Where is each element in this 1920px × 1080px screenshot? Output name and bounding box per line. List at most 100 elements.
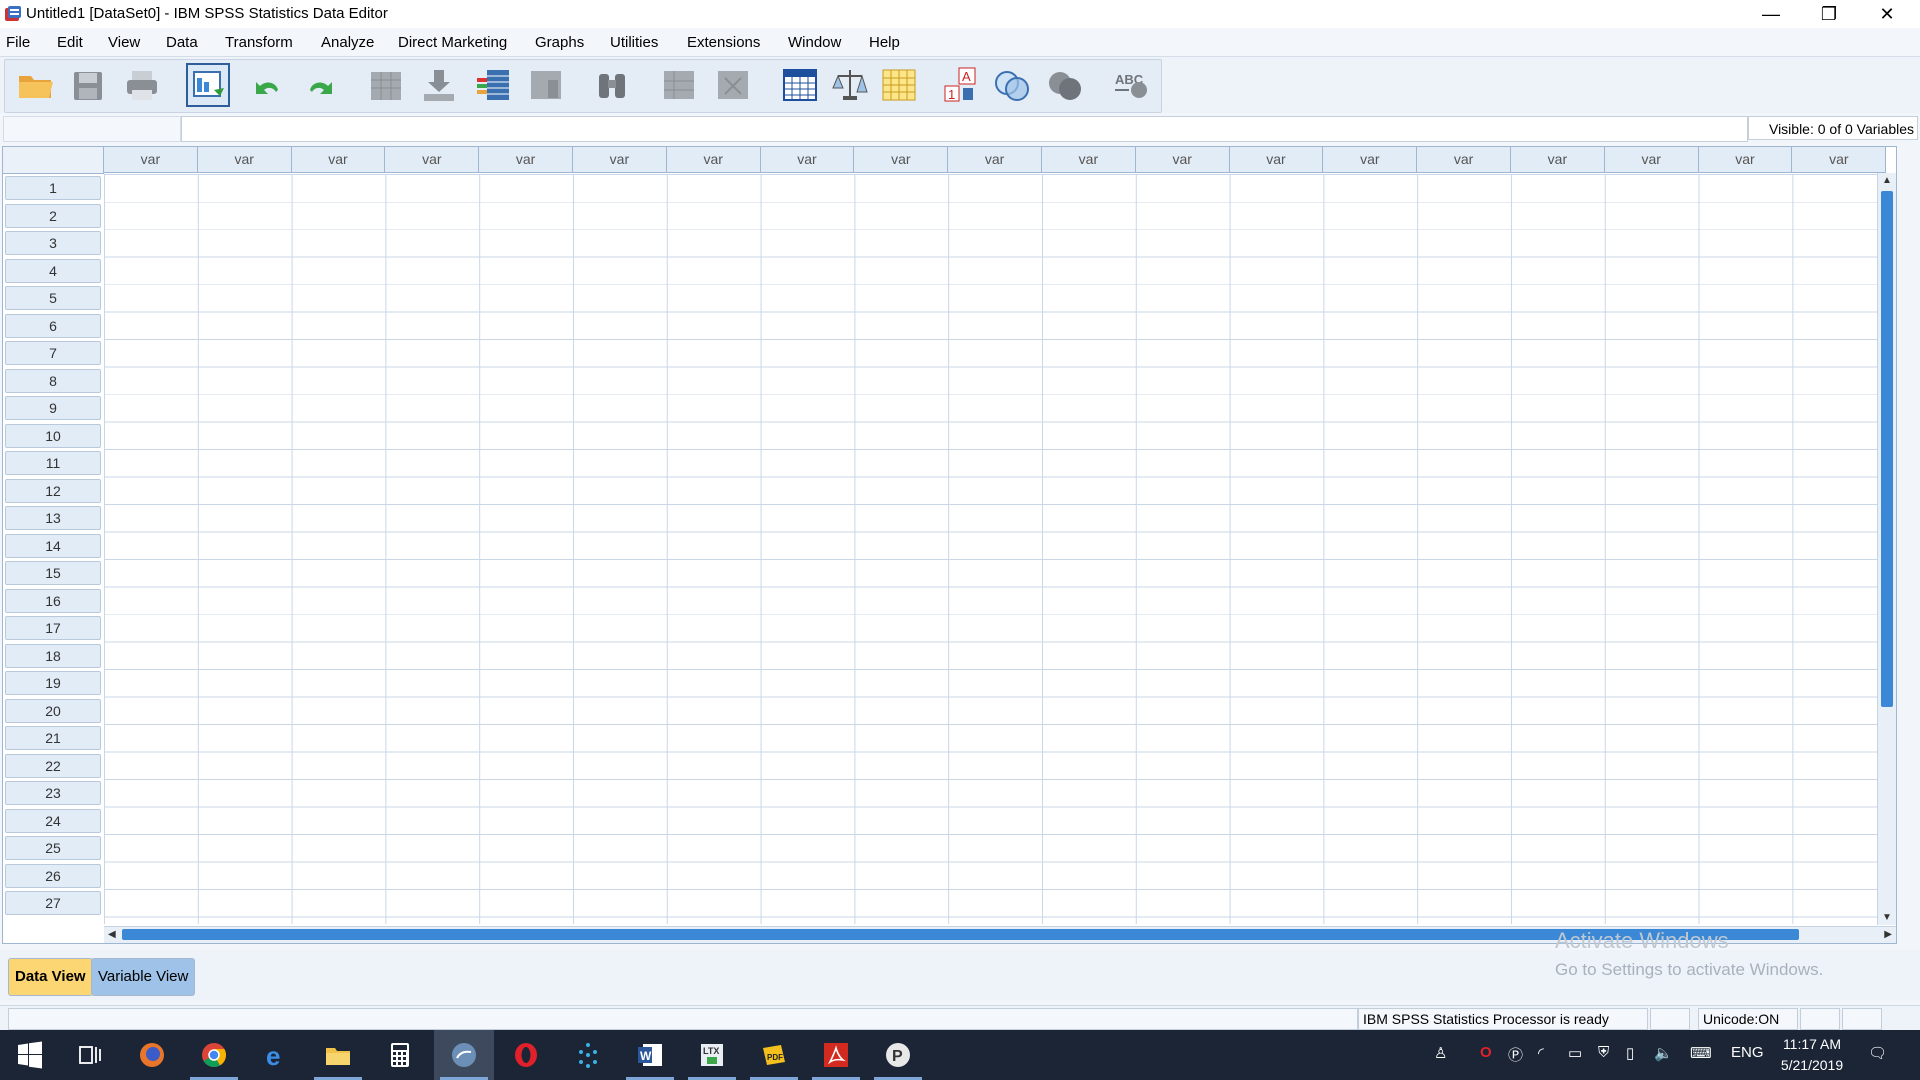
weight-cases-icon[interactable] — [829, 65, 871, 105]
windows-start-icon[interactable] — [0, 1030, 60, 1080]
row-header[interactable]: 22 — [5, 753, 101, 778]
opera-icon[interactable] — [496, 1030, 556, 1080]
spell-check-icon[interactable]: ABC — [1110, 65, 1152, 105]
row-header[interactable]: 2 — [5, 203, 101, 228]
row-header[interactable]: 4 — [5, 258, 101, 283]
goto-case-icon[interactable] — [365, 65, 407, 105]
battery-icon[interactable]: ▯ — [1626, 1044, 1634, 1062]
system-clock[interactable]: 11:17 AM 5/21/2019 — [1770, 1034, 1854, 1076]
spss-icon[interactable] — [434, 1030, 494, 1080]
minimize-button[interactable]: — — [1742, 0, 1800, 28]
column-header[interactable]: var — [1323, 147, 1418, 173]
row-header[interactable]: 3 — [5, 231, 101, 255]
firefox-icon[interactable] — [122, 1030, 182, 1080]
row-header[interactable]: 13 — [5, 506, 101, 530]
run-descriptive-icon[interactable] — [525, 65, 567, 105]
open-folder-icon[interactable] — [14, 65, 56, 105]
vertical-scrollbar[interactable]: ▲ ▼ — [1877, 173, 1896, 925]
redo-icon[interactable] — [299, 65, 341, 105]
dots-app-icon[interactable] — [558, 1030, 618, 1080]
column-header[interactable]: var — [1135, 147, 1230, 173]
row-header[interactable]: 23 — [5, 781, 101, 805]
row-header[interactable]: 5 — [5, 286, 101, 310]
row-header[interactable]: 10 — [5, 423, 101, 448]
scroll-down-arrow-icon[interactable]: ▼ — [1882, 912, 1892, 923]
undo-icon[interactable] — [247, 65, 289, 105]
row-header[interactable]: 7 — [5, 341, 101, 365]
display-tray-icon[interactable]: ▭ — [1568, 1044, 1582, 1062]
row-header[interactable]: 12 — [5, 478, 101, 503]
column-header[interactable]: var — [854, 147, 949, 173]
edge-icon[interactable]: e — [246, 1030, 306, 1080]
word-icon[interactable]: W — [620, 1030, 680, 1080]
menu-extensions[interactable]: Extensions — [687, 34, 760, 51]
goto-variable-icon[interactable] — [418, 65, 460, 105]
row-header[interactable]: 26 — [5, 863, 101, 888]
menu-data[interactable]: Data — [166, 34, 198, 51]
variables-icon[interactable] — [472, 65, 514, 105]
acrobat-icon[interactable] — [806, 1030, 866, 1080]
show-all-variables-icon[interactable] — [1044, 65, 1086, 105]
row-header[interactable]: 20 — [5, 698, 101, 723]
vertical-scroll-thumb[interactable] — [1881, 191, 1893, 707]
value-labels-icon[interactable]: A1 — [940, 65, 982, 105]
close-button[interactable]: ✕ — [1858, 0, 1916, 28]
select-cases-icon[interactable] — [878, 65, 920, 105]
scroll-up-arrow-icon[interactable]: ▲ — [1882, 175, 1892, 186]
save-icon[interactable] — [67, 65, 109, 105]
calculator-icon[interactable] — [370, 1030, 430, 1080]
pdf-app-icon[interactable]: PDF — [744, 1030, 804, 1080]
row-header[interactable]: 16 — [5, 588, 101, 613]
column-header[interactable]: var — [1604, 147, 1699, 173]
row-header[interactable]: 15 — [5, 561, 101, 585]
column-header[interactable]: var — [385, 147, 480, 173]
menu-view[interactable]: View — [108, 34, 140, 51]
column-header[interactable]: var — [291, 147, 386, 173]
task-view-icon[interactable] — [60, 1030, 120, 1080]
row-header[interactable]: 6 — [5, 313, 101, 338]
keyboard-icon[interactable]: ⌨ — [1690, 1044, 1712, 1062]
opera-tray-icon[interactable]: O — [1480, 1044, 1492, 1061]
row-header[interactable]: 17 — [5, 616, 101, 640]
column-header[interactable]: var — [479, 147, 573, 173]
column-header[interactable]: var — [573, 147, 667, 173]
row-header[interactable]: 27 — [5, 891, 101, 915]
file-explorer-icon[interactable] — [308, 1030, 368, 1080]
column-header[interactable]: var — [948, 147, 1042, 173]
menu-direct-marketing[interactable]: Direct Marketing — [398, 34, 507, 51]
row-header[interactable]: 8 — [5, 368, 101, 393]
defender-icon[interactable]: ⛨ — [1598, 1044, 1609, 1061]
horizontal-scroll-thumb[interactable] — [122, 929, 1799, 940]
row-header[interactable]: 14 — [5, 533, 101, 558]
scroll-left-arrow-icon[interactable]: ◀ — [108, 929, 116, 940]
dialog-recall-icon[interactable] — [186, 63, 230, 107]
split-file-icon[interactable] — [779, 65, 821, 105]
latex-app-icon[interactable]: LTX — [682, 1030, 742, 1080]
menu-graphs[interactable]: Graphs — [535, 34, 584, 51]
row-header[interactable]: 24 — [5, 808, 101, 833]
print-icon[interactable] — [121, 65, 163, 105]
scroll-right-arrow-icon[interactable]: ▶ — [1884, 929, 1892, 940]
row-header[interactable]: 1 — [5, 176, 101, 200]
tab-variable-view[interactable]: Variable View — [91, 958, 196, 996]
tab-data-view[interactable]: Data View — [8, 958, 93, 996]
p-tray-icon[interactable]: Ⓟ — [1508, 1044, 1523, 1065]
p-app-icon[interactable]: P — [868, 1030, 928, 1080]
row-header[interactable]: 21 — [5, 726, 101, 750]
chrome-icon[interactable] — [184, 1030, 244, 1080]
column-header[interactable]: var — [666, 147, 761, 173]
column-header[interactable]: var — [760, 147, 855, 173]
column-header[interactable]: var — [1698, 147, 1793, 173]
column-header[interactable]: var — [1229, 147, 1324, 173]
menu-utilities[interactable]: Utilities — [610, 34, 658, 51]
column-header[interactable]: var — [104, 147, 198, 173]
people-icon[interactable]: ♙ — [1434, 1044, 1447, 1062]
cell-value-input[interactable] — [181, 116, 1748, 142]
menu-analyze[interactable]: Analyze — [321, 34, 374, 51]
insert-variable-icon[interactable] — [712, 65, 754, 105]
restore-button[interactable]: ❐ — [1800, 0, 1858, 28]
menu-transform[interactable]: Transform — [225, 34, 293, 51]
insert-cases-icon[interactable] — [658, 65, 700, 105]
column-header[interactable]: var — [197, 147, 292, 173]
notification-icon[interactable]: 🗨 — [1868, 1044, 1887, 1062]
